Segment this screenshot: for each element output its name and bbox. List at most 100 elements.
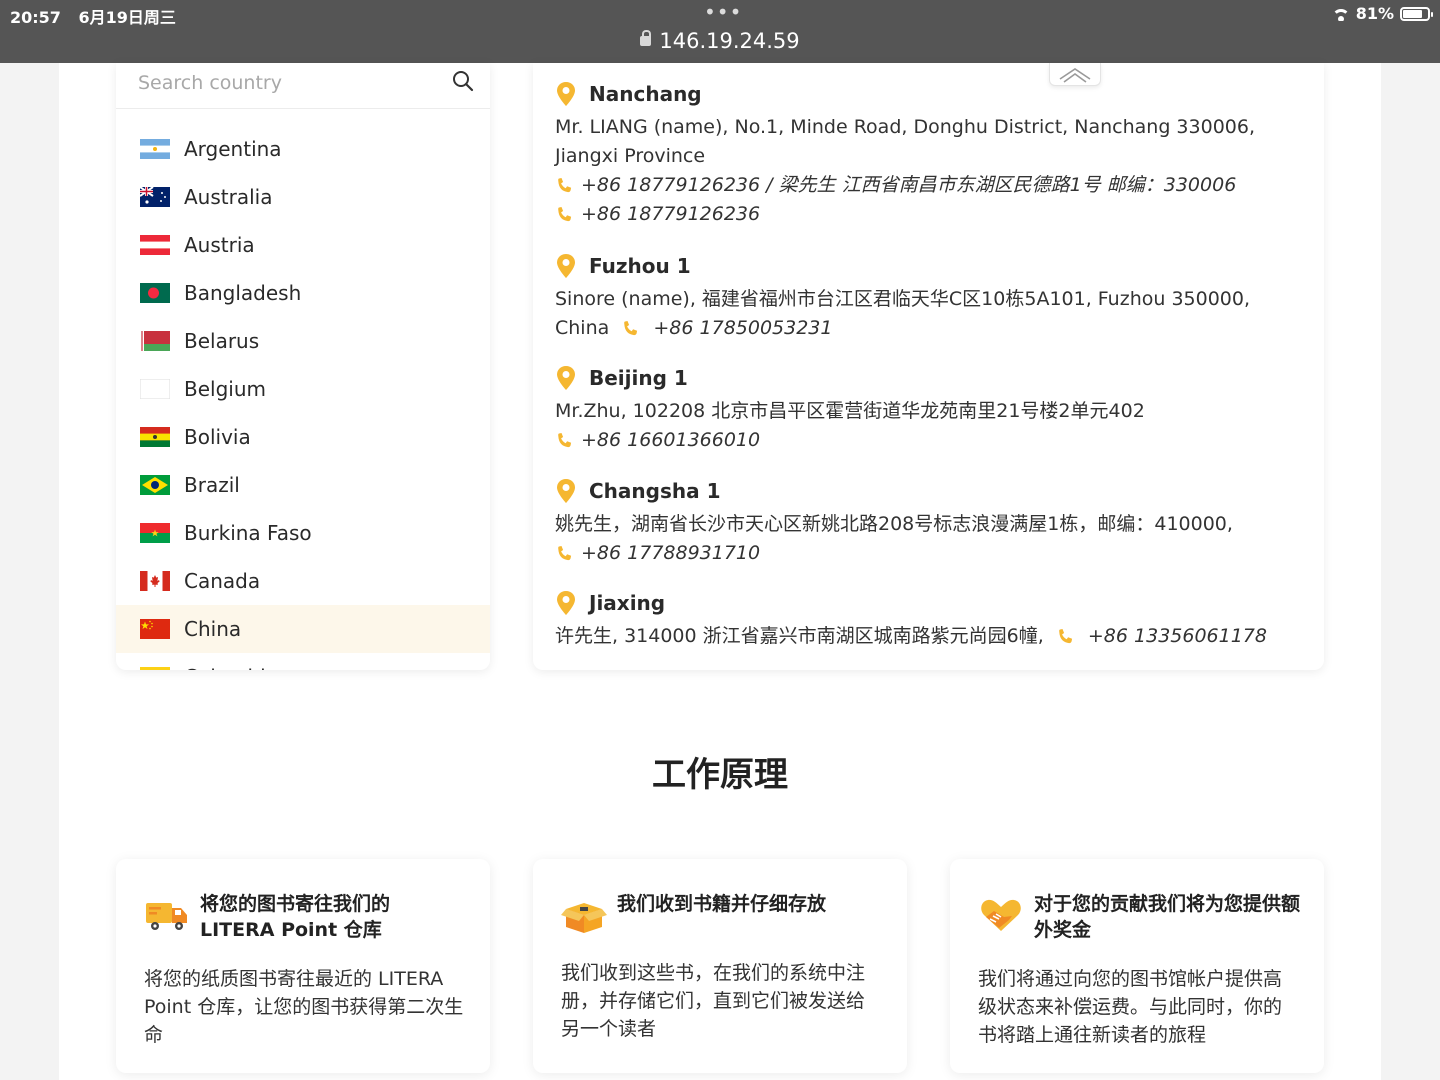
address-line-with-phone: 许先生, 314000 浙江省嘉兴市南湖区城南路紫元尚园6幢, +86 1335… bbox=[555, 622, 1305, 651]
country-item-austria[interactable]: Austria bbox=[116, 221, 490, 269]
entry-title: Beijing 1 bbox=[555, 363, 1305, 393]
battery-percent: 81% bbox=[1355, 4, 1394, 23]
phone-number[interactable]: +86 18779126236 / 梁先生 江西省南昌市东湖区民德路1号 邮编：… bbox=[581, 171, 1236, 200]
address-line: 许先生, 314000 浙江省嘉兴市南湖区城南路紫元尚园6幢, bbox=[555, 625, 1044, 647]
location-pin-icon bbox=[557, 591, 575, 615]
phone-line: +86 17788931710 bbox=[555, 539, 1305, 568]
step-description: 将您的纸质图书寄往最近的 LITERA Point 仓库，让您的图书获得第二次生… bbox=[144, 968, 464, 1046]
city-name: Jiaxing bbox=[589, 591, 666, 615]
phone-icon bbox=[558, 545, 572, 560]
step-card-send: 将您的图书寄往我们的 LITERA Point 仓库 将您的纸质图书寄往最近的 … bbox=[116, 859, 490, 1073]
country-name: Burkina Faso bbox=[184, 521, 312, 545]
phone-icon bbox=[624, 320, 638, 335]
city-name: Nanchang bbox=[589, 82, 702, 106]
step-title: 将您的图书寄往我们的 LITERA Point 仓库 bbox=[200, 893, 391, 941]
bangladesh-flag-icon bbox=[140, 283, 170, 303]
phone-line: +86 18779126236 bbox=[555, 200, 1305, 229]
browser-status-bar: 20:57 6月19日周三 ••• 146.19.24.59 81% bbox=[0, 0, 1440, 63]
phone-number[interactable]: +86 18779126236 bbox=[581, 200, 760, 229]
entry-title: Fuzhou 1 bbox=[555, 251, 1305, 281]
country-name: Australia bbox=[184, 185, 273, 209]
country-name: Belgium bbox=[184, 377, 266, 401]
entry-title: Changsha 1 bbox=[555, 476, 1305, 506]
country-item-australia[interactable]: Australia bbox=[116, 173, 490, 221]
phone-line: +86 18779126236 / 梁先生 江西省南昌市东湖区民德路1号 邮编：… bbox=[555, 171, 1305, 200]
location-pin-icon bbox=[557, 479, 575, 503]
location-pin-icon bbox=[557, 82, 575, 106]
brazil-flag-icon bbox=[140, 475, 170, 495]
canada-flag-icon bbox=[140, 571, 170, 591]
section-title: 工作原理 bbox=[652, 755, 788, 795]
country-item-canada[interactable]: Canada bbox=[116, 557, 490, 605]
phone-number[interactable]: +86 13356061178 bbox=[1088, 625, 1267, 647]
phone-icon bbox=[558, 206, 572, 221]
country-name: Belarus bbox=[184, 329, 260, 353]
address-entry: Changsha 1 姚先生，湖南省长沙市天心区新姚北路208号标志浪漫满屋1栋… bbox=[555, 476, 1305, 568]
country-name: Bolivia bbox=[184, 425, 251, 449]
step-title: 我们收到书籍并仔细存放 bbox=[617, 893, 827, 915]
address-line: Jiangxi Province bbox=[555, 145, 706, 167]
battery-icon bbox=[1400, 6, 1433, 21]
country-item-belarus[interactable]: Belarus bbox=[116, 317, 490, 365]
entry-title: Jiaxing bbox=[555, 588, 1305, 618]
city-name: Fuzhou 1 bbox=[589, 254, 691, 278]
phone-number[interactable]: +86 17850053231 bbox=[653, 317, 832, 339]
heart-hand-icon bbox=[981, 899, 1021, 931]
country-item-bolivia[interactable]: Bolivia bbox=[116, 413, 490, 461]
country-item-colombia[interactable]: Colombia bbox=[116, 653, 490, 670]
clock-time: 20:57 bbox=[10, 8, 61, 27]
country-item-burkina-faso[interactable]: Burkina Faso bbox=[116, 509, 490, 557]
belgium-flag-icon bbox=[139, 378, 171, 400]
step-card-store: 我们收到书籍并仔细存放 我们收到这些书，在我们的系统中注册，并存储它们，直到它们… bbox=[533, 859, 907, 1073]
status-time: 20:57 6月19日周三 bbox=[10, 4, 176, 28]
delivery-truck-icon bbox=[146, 903, 187, 930]
country-name: Colombia bbox=[184, 665, 278, 670]
country-item-argentina[interactable]: Argentina bbox=[116, 125, 490, 173]
open-box-icon bbox=[561, 903, 607, 933]
belarus-flag-icon bbox=[140, 331, 170, 351]
australia-flag-icon bbox=[139, 186, 170, 207]
burkina-faso-flag-icon bbox=[140, 523, 170, 543]
address-list-panel: Nanchang Mr. LIANG (name), No.1, Minde R… bbox=[533, 63, 1324, 670]
bolivia-flag-icon bbox=[140, 427, 170, 447]
address-line: 姚先生，湖南省长沙市天心区新姚北路208号标志浪漫满屋1栋，邮编：410000, bbox=[555, 513, 1233, 535]
city-name: Changsha 1 bbox=[589, 479, 721, 503]
step-description: 我们将通过向您的图书馆帐户提供高级状态来补偿运费。与此同时，你的书将踏上通往新读… bbox=[978, 968, 1283, 1046]
address-entry: Fuzhou 1 Sinore (name), 福建省福州市台江区君临天华C区1… bbox=[555, 251, 1305, 343]
country-list: Argentina Australia Austria Bangladesh Belar… bbox=[116, 125, 490, 670]
entry-title: Nanchang bbox=[555, 79, 1305, 109]
search-bar bbox=[116, 63, 490, 109]
step-description: 我们收到这些书，在我们的系统中注册，并存储它们，直到它们被发送给另一个读者 bbox=[561, 962, 866, 1040]
country-item-brazil[interactable]: Brazil bbox=[116, 461, 490, 509]
address-line: Mr.Zhu, 102208 北京市昌平区霍营街道华龙苑南里21号楼2单元402 bbox=[555, 400, 1145, 422]
country-name: Bangladesh bbox=[184, 281, 302, 305]
country-name: Canada bbox=[184, 569, 261, 593]
austria-flag-icon bbox=[140, 235, 170, 255]
address-line-with-phone: China +86 17850053231 bbox=[555, 314, 1305, 343]
country-name: Brazil bbox=[184, 473, 240, 497]
city-name: Beijing 1 bbox=[589, 366, 688, 390]
country-name: Argentina bbox=[184, 137, 282, 161]
clock-date: 6月19日周三 bbox=[78, 8, 176, 27]
search-icon[interactable] bbox=[452, 70, 474, 92]
phone-number[interactable]: +86 16601366010 bbox=[581, 426, 760, 455]
argentina-flag-icon bbox=[140, 139, 170, 159]
country-item-belgium[interactable]: Belgium bbox=[116, 365, 490, 413]
address-line: Mr. LIANG (name), No.1, Minde Road, Dong… bbox=[555, 116, 1256, 138]
country-selector: Argentina Australia Austria Bangladesh Belar… bbox=[116, 63, 490, 670]
more-dots-icon[interactable]: ••• bbox=[704, 0, 742, 24]
country-name: China bbox=[184, 617, 242, 641]
location-pin-icon bbox=[557, 366, 575, 390]
country-item-china[interactable]: China bbox=[116, 605, 490, 653]
phone-icon bbox=[1059, 628, 1072, 643]
country-item-bangladesh[interactable]: Bangladesh bbox=[116, 269, 490, 317]
address-entry: Jiaxing 许先生, 314000 浙江省嘉兴市南湖区城南路紫元尚园6幢, … bbox=[555, 588, 1305, 651]
status-icons: 81% bbox=[1331, 4, 1433, 23]
url-text: 146.19.24.59 bbox=[659, 29, 800, 53]
address-bar[interactable]: 146.19.24.59 bbox=[0, 29, 1440, 53]
wifi-icon bbox=[1331, 7, 1350, 21]
phone-icon bbox=[558, 177, 572, 192]
search-input[interactable] bbox=[136, 67, 440, 99]
phone-number[interactable]: +86 17788931710 bbox=[581, 539, 760, 568]
lock-icon bbox=[640, 30, 652, 46]
